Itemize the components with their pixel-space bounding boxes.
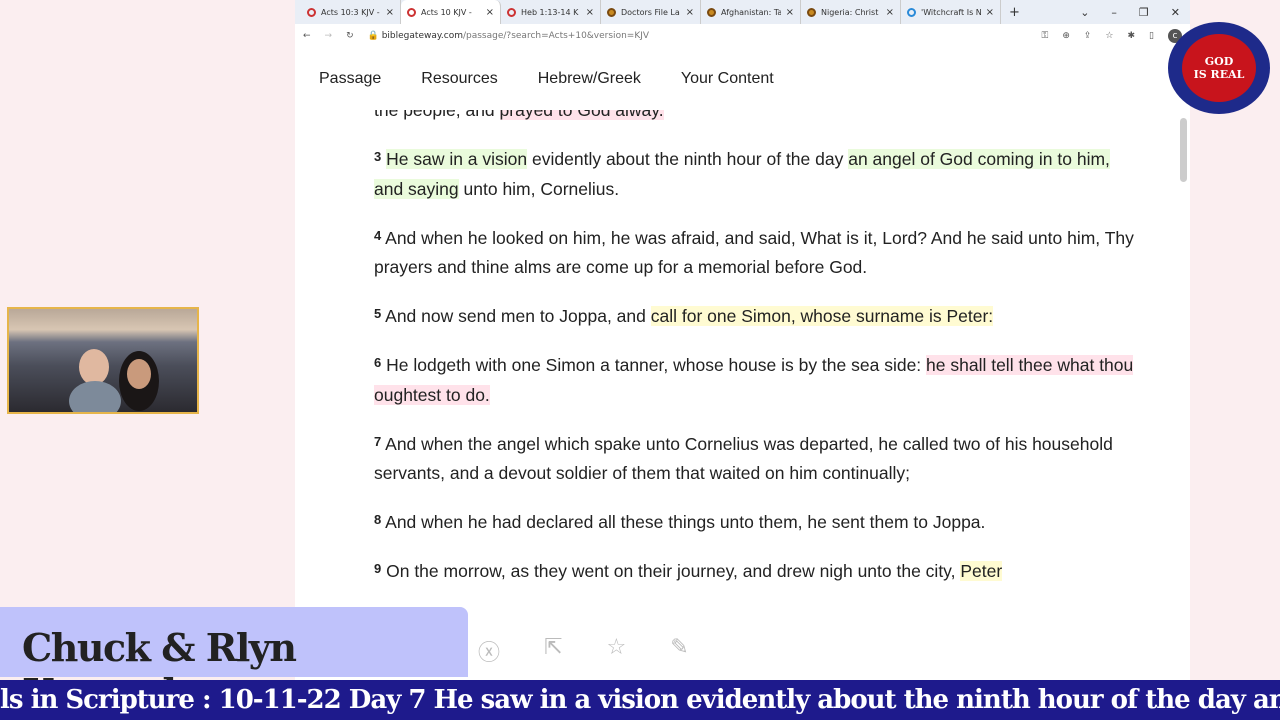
verse-text: On the morrow, as they went on their jou… [386,561,961,581]
edit-icon[interactable]: ✎ [670,635,688,667]
biblegateway-icon [507,7,516,17]
bookmark-star-icon[interactable]: ☆ [1105,31,1113,41]
verse-text: And when he looked on him, he was afraid… [374,227,1134,278]
tab-bar: Acts 10:3 KJV - × Acts 10 KJV - × Heb 1:13-1… [295,0,1190,24]
browser-window: Acts 10:3 KJV - × Acts 10 KJV - × Heb 1:13-1… [295,0,1190,680]
verse: 8 And when he had declared all these thi… [374,508,1134,538]
site-icon [707,7,716,17]
browser-tab[interactable]: Acts 10 KJV - × [401,0,501,24]
tab-label: Acts 10 KJV - [421,7,472,17]
scrolling-ticker: ls in Scripture : 10-11-22 Day 7 He saw … [0,680,1280,720]
verse-text: And now send men to Joppa, and [385,306,651,326]
tab-label: Nigeria: Christ [821,7,879,17]
share-icon[interactable]: ⇪ [1084,31,1092,41]
verse-number: 6 [374,355,382,370]
url-host: biblegateway.com [381,31,463,41]
close-window-icon[interactable]: ✕ [1171,6,1180,19]
url-path: /passage/?search=Acts+10&version=KJV [462,31,650,41]
tab-label: Doctors File La [621,7,680,17]
close-tab-icon[interactable]: × [786,7,794,18]
share-icon[interactable]: ⇱ [544,635,562,667]
verse-text: And when the angel which spake unto Corn… [374,433,1113,484]
verse-number: 4 [374,227,382,243]
nav-item[interactable]: Passage [319,70,381,88]
key-icon[interactable]: ⚿ [1041,31,1048,41]
highlighted-text: call for one Simon, whose surname is Pet… [650,306,994,326]
close-tab-icon[interactable]: × [586,7,594,18]
tab-label: Heb 1:13-14 K [521,7,579,17]
verse: the people, and prayed to God alway. [374,110,1134,126]
verse-text: evidently about the ninth hour of the da… [527,149,849,169]
verse-number: 9 [374,561,382,576]
close-tab-icon[interactable]: × [886,7,894,18]
browser-tab[interactable]: Heb 1:13-14 K × [501,0,601,24]
verse-number: 5 [374,306,382,321]
passage-content: the people, and prayed to God alway. 3 He… [374,110,1134,605]
browser-tab[interactable]: Doctors File La × [601,0,701,24]
extensions-icon[interactable]: ✱ [1128,31,1136,41]
tab-label: Acts 10:3 KJV - [321,7,380,17]
site-icon [607,7,616,17]
tab-label: 'Witchcraft Is N [921,7,981,17]
close-tab-icon[interactable]: × [986,7,994,18]
drop-icon [907,7,916,17]
webcam-video [7,307,199,414]
biblegateway-icon [407,7,416,17]
site-nav: Passage Resources Hebrew/Greek Your Content [295,48,1190,110]
restore-icon[interactable]: ❐ [1139,6,1149,19]
scrollbar[interactable] [1180,118,1187,182]
nav-item[interactable]: Hebrew/Greek [538,70,641,88]
browser-tab[interactable]: 'Witchcraft Is N × [901,0,1001,24]
back-icon[interactable]: ← [303,31,311,41]
verse: 5 And now send men to Joppa, and call fo… [374,302,1134,332]
verse: 6 He lodgeth with one Simon a tanner, wh… [374,351,1134,410]
close-tab-icon[interactable]: × [386,7,394,18]
minimize-icon[interactable]: – [1111,6,1117,19]
close-tab-icon[interactable]: × [686,7,694,18]
verse: 7 And when the angel which spake unto Co… [374,430,1134,489]
tab-search-icon[interactable]: ⌄ [1080,6,1089,19]
verse-text: He lodgeth with one Simon a tanner, whos… [386,355,927,375]
highlighted-text: Peter [960,561,1003,581]
verse-text: unto him, Cornelius. [458,178,620,199]
verse-number: 3 [374,149,382,164]
highlighted-text: prayed to God alway. [499,110,664,120]
zoom-icon[interactable]: ⊕ [1062,31,1070,41]
star-icon[interactable]: ☆ [606,635,626,667]
url-field[interactable]: 🔒 biblegateway.com/passage/?search=Acts+… [368,31,1028,41]
browser-tab[interactable]: Afghanistan: Ta × [701,0,801,24]
verse-text: And when he had declared all these thing… [385,512,986,532]
nav-item[interactable]: Resources [421,70,497,88]
reload-icon[interactable]: ↻ [346,31,354,41]
verse: 9 On the morrow, as they went on their j… [374,557,1134,587]
forward-icon[interactable]: → [325,31,333,41]
site-icon [807,7,816,17]
close-icon[interactable]: ⓧ [478,635,500,667]
verse-text: the people, and [374,110,500,120]
verse: 4 And when he looked on him, he was afra… [374,224,1134,283]
verse: 3 He saw in a vision evidently about the… [374,145,1134,204]
address-bar: ← → ↻ 🔒 biblegateway.com/passage/?search… [295,24,1190,48]
sidebar-icon[interactable]: ▯ [1149,31,1154,41]
browser-tab[interactable]: Acts 10:3 KJV - × [301,0,401,24]
verse-number: 7 [374,433,382,449]
new-tab-icon[interactable]: + [1009,5,1020,20]
highlighted-text: He saw in a vision [386,149,528,169]
biblegateway-icon [307,7,316,17]
nav-item[interactable]: Your Content [681,70,774,88]
church-logo: GOD IS REAL [1168,22,1270,114]
close-tab-icon[interactable]: × [486,7,494,18]
presenter-name: Chuck & Rlyn Kennedy [0,607,468,715]
verse-number: 8 [374,512,382,527]
tab-label: Afghanistan: Ta [721,7,781,17]
overlay-toolbar: ⓧ ⇱ ☆ ✎ [478,635,689,667]
browser-tab[interactable]: Nigeria: Christ × [801,0,901,24]
